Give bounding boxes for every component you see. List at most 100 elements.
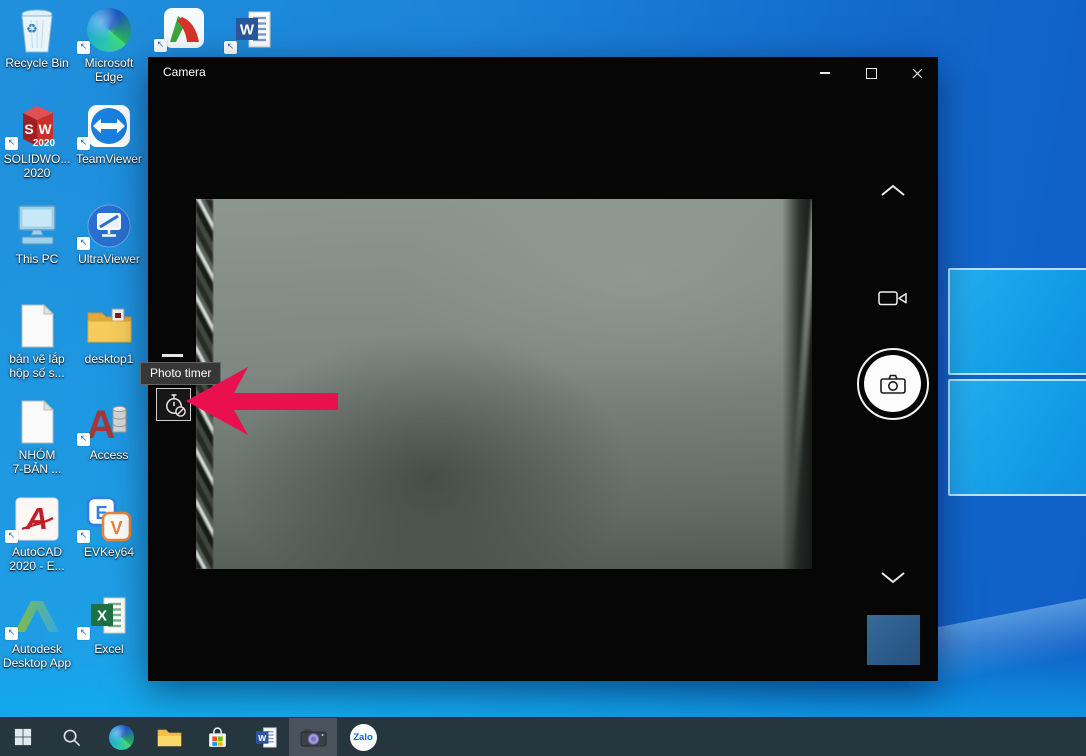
shortcut-arrow-icon: [77, 627, 90, 640]
shortcut-arrow-icon: [224, 41, 237, 54]
taskbar: W Zalo: [0, 717, 1086, 756]
desktop-icon-label: This PC: [0, 252, 75, 266]
desktop-icon-label: desktop1: [71, 352, 147, 366]
microsoft-store-icon: [206, 726, 229, 749]
desktop-icon-label: Excel: [71, 642, 147, 656]
photo-camera-icon: [879, 373, 907, 395]
recycle-glyph: ♻: [26, 22, 38, 37]
video-camera-icon: [878, 289, 908, 307]
taskbar-word-button[interactable]: W: [247, 718, 285, 756]
start-button[interactable]: [4, 718, 42, 756]
desktop-icon-excel[interactable]: X Excel: [71, 592, 147, 656]
document-icon: [0, 398, 75, 446]
zalo-icon: Zalo: [350, 724, 377, 751]
taskbar-search-button[interactable]: [52, 718, 90, 756]
window-title: Camera: [163, 65, 206, 79]
autodesk-icon: [0, 592, 75, 640]
desktop-icon-label: EVKey64: [71, 545, 147, 559]
chevron-up-icon: [880, 184, 906, 197]
shortcut-arrow-icon: [77, 41, 90, 54]
camera-window: Camera Photo timer: [148, 57, 938, 681]
desktop-icon-download-manager[interactable]: [148, 4, 220, 52]
svg-text:X: X: [97, 608, 107, 625]
svg-text:W: W: [258, 732, 267, 742]
close-icon: [912, 68, 923, 79]
minimize-button[interactable]: [803, 57, 847, 89]
desktop-icon-label: AutoCAD 2020 - E...: [0, 545, 75, 573]
maximize-icon: [866, 68, 877, 79]
wallpaper-logo-pane-top: [948, 268, 1086, 375]
desktop-icon-autodesk[interactable]: Autodesk Desktop App: [0, 592, 75, 670]
video-mode-button[interactable]: [877, 287, 909, 309]
file-explorer-icon: [157, 727, 182, 748]
camera-app-icon: [300, 728, 327, 747]
document-icon: [0, 302, 75, 350]
desktop-icon-label: Autodesk Desktop App: [0, 642, 75, 670]
teamviewer-icon: [71, 102, 147, 150]
taskbar-camera-button-active[interactable]: [289, 718, 337, 756]
access-icon: A: [71, 398, 147, 446]
zalo-logo-text: Zalo: [353, 732, 373, 743]
desktop-icon-solidworks[interactable]: S W 2020 SOLIDWO... 2020: [0, 102, 75, 180]
folder-icon: [71, 302, 147, 350]
minimize-icon: [820, 72, 830, 74]
timer-off-icon: [162, 393, 186, 417]
desktop-icon-microsoft-edge[interactable]: Microsoft Edge: [71, 6, 147, 84]
camera-roll-thumbnail[interactable]: [867, 615, 920, 665]
desktop-icon-recycle-bin[interactable]: ♻ Recycle Bin: [0, 6, 75, 70]
desktop-icon-label: NHÓM 7-BẢN ...: [0, 448, 75, 476]
shortcut-arrow-icon: [77, 137, 90, 150]
desktop-icon-evkey64[interactable]: E V EVKey64: [71, 495, 147, 559]
desktop-icon-doc-ban-ve-lap[interactable]: bản vẽ lắp hộp số s...: [0, 302, 75, 380]
partial-button-edge: [162, 354, 183, 357]
desktop-icon-label: bản vẽ lắp hộp số s...: [0, 352, 75, 380]
ultraviewer-icon: [71, 202, 147, 250]
wallpaper-logo-pane-bottom: [948, 379, 1086, 496]
desktop-icon-label: Recycle Bin: [0, 56, 75, 70]
mode-chevron-down-button[interactable]: [879, 569, 907, 585]
desktop-icon-teamviewer[interactable]: TeamViewer: [71, 102, 147, 166]
shortcut-arrow-icon: [77, 433, 90, 446]
desktop-icon-word-top[interactable]: W: [218, 6, 290, 54]
shortcut-arrow-icon: [5, 137, 18, 150]
this-pc-icon: [0, 202, 75, 250]
windows-logo-icon: [14, 728, 32, 746]
search-icon: [62, 728, 81, 747]
autocad-icon: A: [0, 495, 75, 543]
taskbar-file-explorer-button[interactable]: [150, 718, 188, 756]
word-icon: W: [218, 6, 290, 54]
desktop-icon-label: Microsoft Edge: [71, 56, 147, 84]
desktop: ♻ Recycle Bin Microsoft Edge: [0, 0, 1086, 756]
desktop-icon-access[interactable]: A Access: [71, 398, 147, 462]
maximize-button[interactable]: [849, 57, 893, 89]
download-manager-icon: [148, 4, 220, 52]
solidworks-icon: S W 2020: [0, 102, 75, 150]
red-pointer-arrow: [184, 365, 340, 437]
svg-text:A: A: [87, 403, 116, 445]
taskbar-zalo-button[interactable]: Zalo: [344, 718, 382, 756]
desktop-icon-ultraviewer[interactable]: UltraViewer: [71, 202, 147, 266]
shortcut-arrow-icon: [77, 530, 90, 543]
take-photo-button[interactable]: [857, 348, 929, 420]
desktop-icon-doc-nhom-7[interactable]: NHÓM 7-BẢN ...: [0, 398, 75, 476]
edge-icon: [71, 6, 147, 54]
taskbar-store-button[interactable]: [198, 718, 236, 756]
desktop-icon-autocad[interactable]: A AutoCAD 2020 - E...: [0, 495, 75, 573]
svg-text:W: W: [38, 121, 52, 137]
desktop-icon-label: UltraViewer: [71, 252, 147, 266]
close-button[interactable]: [895, 57, 939, 89]
mode-chevron-up-button[interactable]: [879, 182, 907, 198]
recycle-bin-icon: ♻: [0, 6, 75, 54]
evkey-icon: E V: [71, 495, 147, 543]
taskbar-edge-button[interactable]: [102, 718, 140, 756]
desktop-icon-desktop1-folder[interactable]: desktop1: [71, 302, 147, 366]
shortcut-arrow-icon: [5, 530, 18, 543]
chevron-down-icon: [880, 571, 906, 584]
word-icon: W: [255, 726, 278, 749]
desktop-icon-this-pc[interactable]: This PC: [0, 202, 75, 266]
excel-icon: X: [71, 592, 147, 640]
shortcut-arrow-icon: [5, 627, 18, 640]
desktop-icon-label: Access: [71, 448, 147, 462]
svg-text:A: A: [25, 501, 48, 536]
svg-text:2020: 2020: [33, 138, 56, 149]
